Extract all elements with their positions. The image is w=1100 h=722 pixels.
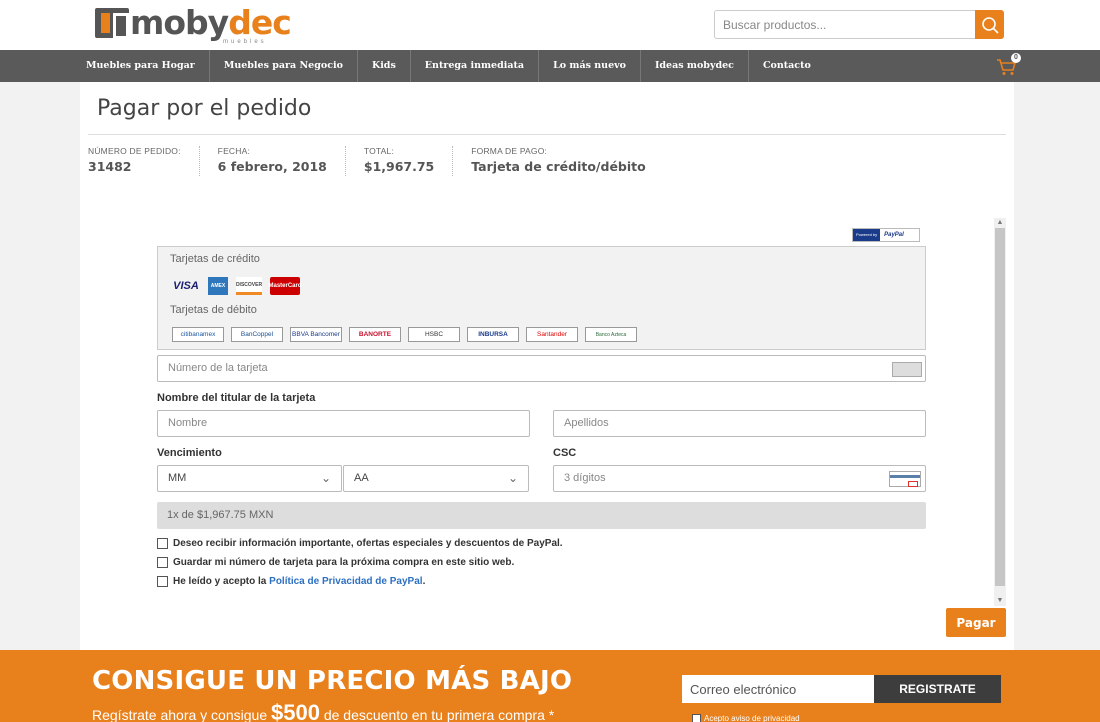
privacy-consent-row[interactable]: Acepto aviso de privacidad	[692, 714, 800, 722]
card-number-input[interactable]: Número de la tarjeta	[157, 355, 926, 382]
debit-cards-label: Tarjetas de débito	[170, 304, 257, 316]
nav-item-negocio[interactable]: Muebles para Negocio	[210, 50, 358, 82]
generic-card-icon	[892, 362, 922, 377]
order-number-col: NÚMERO DE PEDIDO: 31482	[88, 146, 181, 174]
order-date: 6 febrero, 2018	[217, 159, 327, 174]
paypal-payment-frame: Powered by PayPal Tarjetas de crédito VI…	[80, 212, 1006, 607]
last-name-input[interactable]: Apellidos	[553, 410, 926, 437]
mastercard-logo-icon: MasterCard	[269, 277, 302, 295]
expiry-month-select[interactable]: MM ⌄	[157, 465, 342, 492]
pay-button[interactable]: Pagar	[946, 608, 1006, 637]
csc-label: CSC	[553, 447, 577, 459]
powered-by-paypal-badge: Powered by PayPal	[852, 228, 920, 242]
amex-logo-icon: AMEX	[208, 277, 228, 295]
privacy-checkbox-row[interactable]: He leído y acepto la Política de Privaci…	[157, 576, 425, 587]
offers-checkbox[interactable]	[157, 538, 168, 549]
logo-text-main: moby	[130, 3, 229, 42]
logo-mark-icon	[95, 8, 129, 39]
frame-scrollbar[interactable]: ▲ ▼	[994, 218, 1006, 606]
save-card-checkbox-row[interactable]: Guardar mi número de tarjeta para la pró…	[157, 557, 514, 568]
scroll-thumb[interactable]	[995, 228, 1005, 586]
nav-item-hogar[interactable]: Muebles para Hogar	[72, 50, 210, 82]
payment-method: Tarjeta de crédito/débito	[471, 159, 646, 174]
nav-item-nuevo[interactable]: Lo más nuevo	[539, 50, 641, 82]
search-input[interactable]	[714, 10, 975, 39]
newsletter-email-input[interactable]	[682, 675, 874, 703]
csc-input[interactable]: 3 dígitos	[553, 465, 926, 492]
checkout-panel: Pagar por el pedido NÚMERO DE PEDIDO: 31…	[80, 82, 1014, 650]
order-total-col: TOTAL: $1,967.75	[344, 146, 452, 176]
first-name-input[interactable]: Nombre	[157, 410, 530, 437]
save-card-checkbox[interactable]	[157, 557, 168, 568]
discover-logo-icon: DISCOVER	[236, 277, 262, 295]
promo-subtitle: Regístrate ahora y consigue $500 de desc…	[92, 700, 555, 722]
site-header: mobydec muebles	[0, 0, 1100, 50]
paypal-privacy-link[interactable]: Política de Privacidad de PayPal	[269, 576, 422, 587]
register-button[interactable]: REGISTRATE	[874, 675, 1001, 703]
visa-logo-icon: VISA	[173, 280, 199, 292]
search-icon	[981, 16, 999, 34]
page-title: Pagar por el pedido	[97, 96, 312, 121]
scroll-up-arrow-icon[interactable]: ▲	[994, 218, 1006, 228]
chevron-down-icon: ⌄	[507, 471, 518, 485]
privacy-consent-label: Acepto aviso de privacidad	[704, 714, 800, 722]
cardholder-label: Nombre del titular de la tarjeta	[157, 392, 316, 404]
citibanamex-logo-icon: citibanamex	[172, 327, 224, 342]
accepted-cards-box: Tarjetas de crédito VISA AMEX DISCOVER M…	[157, 246, 926, 350]
title-divider	[88, 134, 1006, 135]
bbva-logo-icon: BBVA Bancomer	[290, 327, 342, 342]
installments-select[interactable]: 1x de $1,967.75 MXN	[157, 502, 926, 529]
order-date-col: FECHA: 6 febrero, 2018	[198, 146, 345, 176]
privacy-consent-checkbox[interactable]	[692, 714, 701, 722]
signup-promo-banner: CONSIGUE UN PRECIO MÁS BAJO Regístrate a…	[0, 650, 1100, 722]
payment-method-col: FORMA DE PAGO: Tarjeta de crédito/débito	[452, 146, 663, 176]
order-total: $1,967.75	[363, 159, 435, 174]
privacy-checkbox[interactable]	[157, 576, 168, 587]
order-number: 31482	[88, 159, 132, 174]
inbursa-logo-icon: INBURSA	[467, 327, 519, 342]
expiry-year-select[interactable]: AA ⌄	[343, 465, 529, 492]
expiry-label: Vencimiento	[157, 447, 222, 459]
card-back-icon	[889, 471, 921, 487]
order-summary: NÚMERO DE PEDIDO: 31482 FECHA: 6 febrero…	[88, 146, 664, 176]
save-card-checkbox-label: Guardar mi número de tarjeta para la pró…	[173, 557, 515, 568]
credit-cards-label: Tarjetas de crédito	[170, 253, 260, 265]
banco-azteca-logo-icon: Banco Azteca	[585, 327, 637, 342]
cart-count-badge: 0	[1011, 53, 1021, 63]
promo-title: CONSIGUE UN PRECIO MÁS BAJO	[92, 666, 573, 696]
offers-checkbox-label: Deseo recibir información importante, of…	[173, 538, 563, 549]
banorte-logo-icon: BANORTE	[349, 327, 401, 342]
nav-item-ideas[interactable]: Ideas mobydec	[641, 50, 749, 82]
scroll-down-arrow-icon[interactable]: ▼	[994, 596, 1006, 606]
bancoppel-logo-icon: BanCoppel	[231, 327, 283, 342]
main-nav: Muebles para Hogar Muebles para Negocio …	[0, 50, 1100, 82]
logo-text-accent: dec	[228, 3, 292, 42]
nav-item-kids[interactable]: Kids	[358, 50, 411, 82]
search-button[interactable]	[975, 10, 1004, 39]
debit-card-logos: citibanamex BanCoppel BBVA Bancomer BANO…	[172, 327, 637, 342]
logo-subtitle: muebles	[223, 39, 267, 45]
credit-card-logos: VISA AMEX DISCOVER MasterCard	[172, 277, 302, 295]
offers-checkbox-row[interactable]: Deseo recibir información importante, of…	[157, 538, 563, 549]
nav-item-entrega[interactable]: Entrega inmediata	[411, 50, 540, 82]
chevron-down-icon: ⌄	[320, 471, 331, 485]
mobydec-logo[interactable]: mobydec muebles	[95, 3, 292, 45]
search-bar	[714, 10, 1004, 39]
hsbc-logo-icon: HSBC	[408, 327, 460, 342]
nav-item-contacto[interactable]: Contacto	[749, 50, 825, 82]
santander-logo-icon: Santander	[526, 327, 578, 342]
